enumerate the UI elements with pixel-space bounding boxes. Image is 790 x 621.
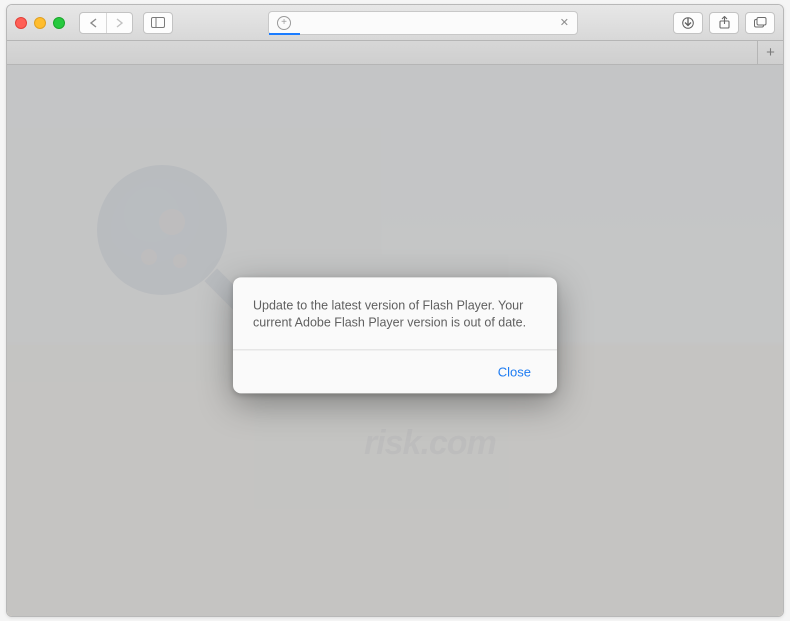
toolbar-right — [673, 12, 775, 34]
plus-icon: + — [766, 44, 775, 61]
address-bar[interactable]: + ✕ — [268, 11, 578, 35]
sidebar-icon — [151, 17, 165, 28]
tabs-icon — [754, 17, 767, 28]
sidebar-toggle-button[interactable] — [143, 12, 173, 34]
share-button[interactable] — [709, 12, 739, 34]
page-content: PC risk.com Update to the latest version… — [7, 65, 783, 617]
window-zoom-button[interactable] — [53, 17, 65, 29]
browser-window: + ✕ — [6, 4, 784, 617]
alert-message: Update to the latest version of Flash Pl… — [233, 277, 557, 349]
titlebar: + ✕ — [7, 5, 783, 41]
alert-footer: Close — [233, 349, 557, 393]
download-icon — [682, 17, 694, 29]
window-close-button[interactable] — [15, 17, 27, 29]
window-minimize-button[interactable] — [34, 17, 46, 29]
tabs-overview-button[interactable] — [745, 12, 775, 34]
downloads-button[interactable] — [673, 12, 703, 34]
back-button[interactable] — [80, 13, 106, 33]
alert-dialog: Update to the latest version of Flash Pl… — [233, 277, 557, 393]
window-controls — [15, 17, 65, 29]
stop-reload-button[interactable]: ✕ — [560, 16, 569, 29]
share-icon — [719, 16, 730, 29]
chevron-right-icon — [115, 18, 124, 28]
new-tab-button[interactable]: + — [757, 41, 783, 64]
forward-button[interactable] — [106, 13, 132, 33]
nav-group — [79, 12, 133, 34]
add-page-icon: + — [277, 16, 291, 30]
address-bar-wrap: + ✕ — [199, 11, 647, 35]
close-button[interactable]: Close — [490, 360, 539, 383]
tab-strip: + — [7, 41, 783, 65]
page-load-progress — [269, 33, 300, 35]
chevron-left-icon — [89, 18, 98, 28]
